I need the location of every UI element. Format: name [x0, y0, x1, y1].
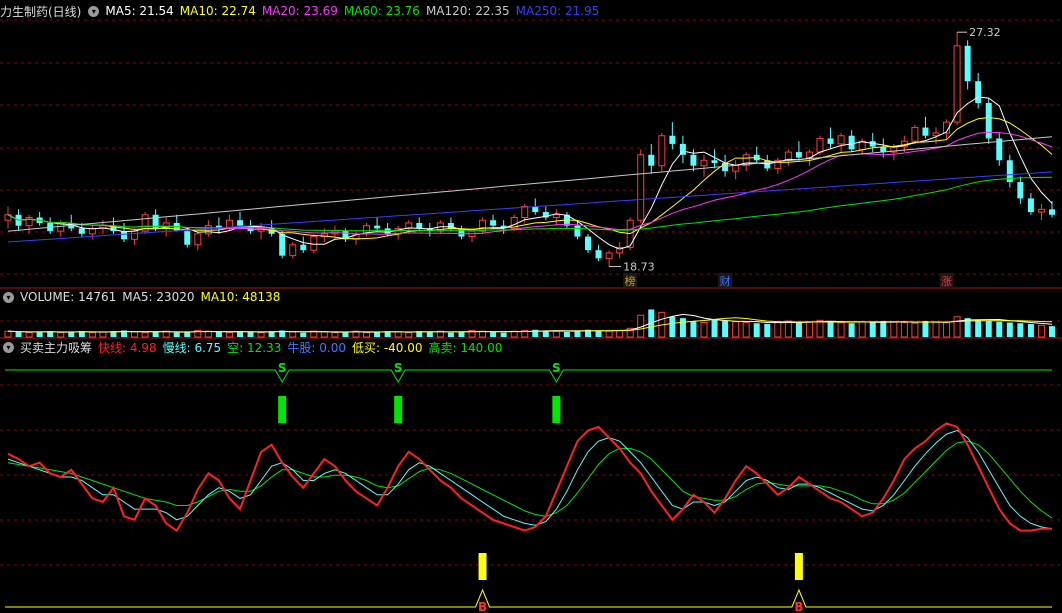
ma-item: MA250: 21.95 — [515, 4, 600, 18]
indicator-params: 快线: 4.98 慢线: 6.75 空: 12.33 牛股: 0.00 低买: -40.… — [98, 339, 508, 356]
indicator-empty-line — [7, 440, 1053, 519]
indicator-param: 低买: -40.00 — [351, 340, 423, 355]
indicator-param: 快线: 4.98 — [98, 340, 157, 355]
stock-title: 力生制药(日线) — [0, 4, 82, 19]
sell-signal-label: S — [394, 361, 403, 375]
volume-title: VOLUME: 14761 — [20, 290, 117, 304]
sell-signal-label: S — [552, 361, 561, 375]
sell-signal-label: S — [278, 361, 287, 375]
indicator-chart[interactable]: S S S B B — [0, 0, 1062, 613]
volume-ma10: MA10: 48138 — [200, 290, 281, 304]
chevron-down-icon[interactable]: ▾ — [3, 341, 14, 353]
ma-item: MA20: 23.69 — [261, 4, 338, 18]
ma-list: MA5: 21.54 MA10: 22.74 MA20: 23.69 MA60: 23… — [105, 4, 605, 18]
sell-signal-bar — [278, 396, 287, 423]
indicator-param: 牛股: 0.00 — [287, 340, 346, 355]
ma-item: MA60: 23.76 — [343, 4, 420, 18]
buy-signal-label: B — [794, 600, 803, 613]
volume-ma5: MA5: 23020 — [122, 290, 195, 304]
sell-signal-line — [5, 369, 1052, 383]
ma-item: MA5: 21.54 — [105, 4, 174, 18]
buy-signal-label: B — [478, 600, 487, 613]
price-header: 力生制药(日线) ▾ MA5: 21.54 MA10: 22.74 MA20: 23… — [0, 3, 611, 19]
ma-item: MA120: 22.35 — [425, 4, 510, 18]
buy-signal-bar — [478, 553, 487, 580]
buy-signal-line — [5, 588, 1052, 608]
ma-item: MA10: 22.74 — [179, 4, 256, 18]
indicator-title: 买卖主力吸筹 — [20, 340, 93, 355]
sell-signal-bar — [552, 396, 561, 423]
indicator-param: 空: 12.33 — [227, 340, 282, 355]
indicator-param: 高卖: 140.00 — [428, 340, 503, 355]
buy-signal-bar — [794, 553, 803, 580]
volume-header: ▾ VOLUME: 14761 MA5: 23020 MA10: 48138 — [0, 289, 286, 305]
indicator-slow-line — [7, 429, 1053, 530]
indicator-header: ▾ 买卖主力吸筹 快线: 4.98 慢线: 6.75 空: 12.33 牛股: 0.0… — [0, 339, 514, 355]
indicator-fast-line — [7, 422, 1052, 533]
chevron-down-icon[interactable]: ▾ — [3, 291, 14, 303]
chart-stage: 27.32 18.73 榜财涨 SSSBB 力生制药(日线) ▾ MA5: 21.5… — [0, 0, 1062, 613]
sell-signal-bar — [394, 396, 403, 423]
indicator-param: 慢线: 6.75 — [162, 340, 222, 355]
chevron-down-icon[interactable]: ▾ — [88, 5, 100, 17]
